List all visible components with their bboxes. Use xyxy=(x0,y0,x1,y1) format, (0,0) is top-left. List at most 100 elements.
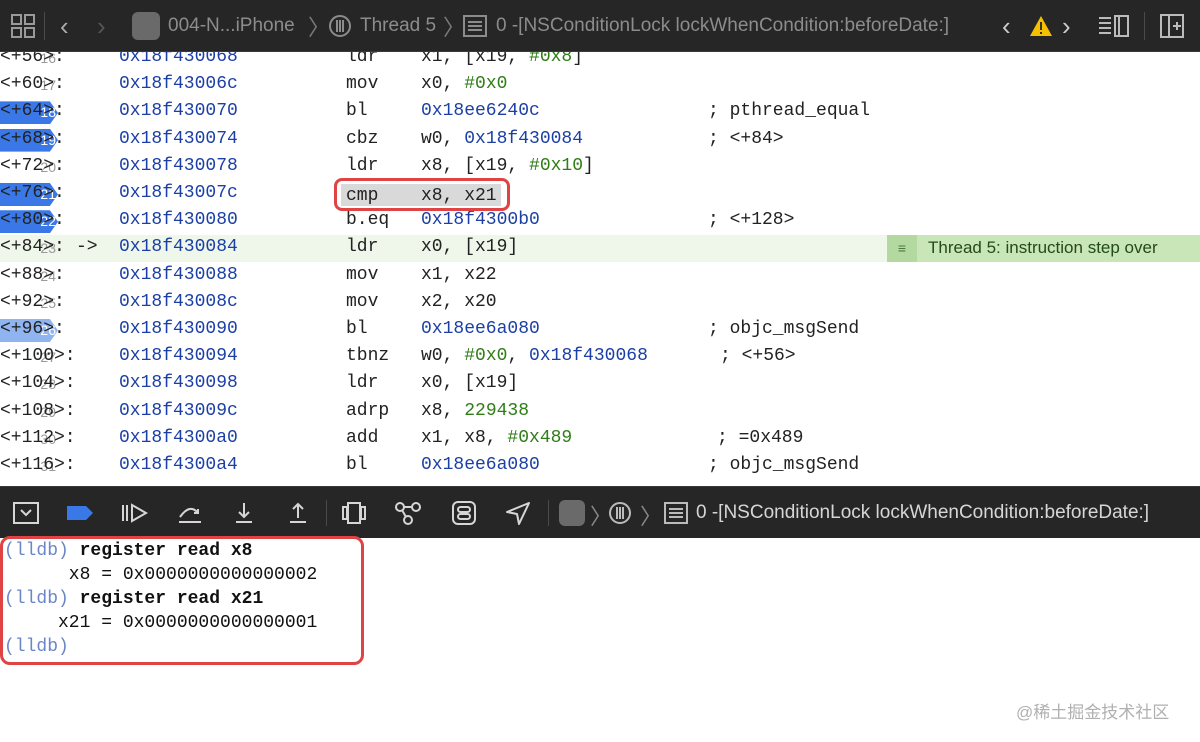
breakpoints-toggle-icon[interactable] xyxy=(66,500,94,526)
instruction-comment: ; <+84> xyxy=(708,128,784,149)
instruction-mnemonic: bl xyxy=(346,319,368,339)
grid-icon[interactable] xyxy=(10,0,36,52)
instruction-offset: <+64>: xyxy=(0,101,65,122)
instruction-mnemonic: mov xyxy=(346,74,379,95)
next-issue-icon[interactable]: › xyxy=(1062,0,1071,52)
instruction-mnemonic: tbnz xyxy=(346,346,390,367)
disassembly-row[interactable]: 22 0x18f430080 <+80>: b.eq 0x18f4300b0; <+12… xyxy=(0,208,1200,235)
disassembly-row[interactable]: 25 0x18f43008c <+92>: mov x2, x20 xyxy=(0,290,1200,317)
instruction-operands: 0x18ee6240c xyxy=(421,101,540,122)
breadcrumb-chevron-icon: 〉 xyxy=(443,15,466,40)
instruction-offset: <+84>: xyxy=(0,237,65,258)
instruction-operands: x1, x22 xyxy=(421,264,497,285)
disassembly-view[interactable]: 16 0x18f430068 <+56>: ldr x1, [x19, #0x8] 17 0… xyxy=(0,52,1200,486)
prev-issue-icon[interactable]: ‹ xyxy=(1002,0,1011,52)
disassembly-row[interactable]: 29 0x18f43009c <+108>: adrp x8, 229438 xyxy=(0,399,1200,426)
instruction-mnemonic: ldr xyxy=(346,155,379,176)
toolbar-divider xyxy=(1144,0,1145,52)
disassembly-row[interactable]: 26 0x18f430090 <+96>: bl 0x18ee6a080; objc_m… xyxy=(0,317,1200,344)
instruction-offset: <+96>: xyxy=(0,319,65,339)
debug-bar-divider xyxy=(326,500,327,526)
instruction-operands: w0, #0x0, 0x18f430068 xyxy=(421,346,648,367)
breadcrumb-project[interactable]: 004-N...iPhone xyxy=(168,0,295,52)
disassembly-row[interactable]: 21 0x18f43007c <+76>: xyxy=(0,181,1200,208)
breadcrumb-thread[interactable]: Thread 5 xyxy=(360,0,436,52)
debug-bar: 〉 〉 0 -[NSConditionLock lockWhenConditio… xyxy=(0,486,1200,538)
step-over-icon[interactable] xyxy=(176,500,204,526)
disassembly-row[interactable]: 24 0x18f430088 <+88>: mov x1, x22 xyxy=(0,263,1200,290)
instruction-address: 0x18f430088 xyxy=(119,264,238,285)
instruction-operands: 0x18f4300b0 xyxy=(421,210,540,231)
instruction-operands: x0, #0x0 xyxy=(421,74,508,95)
disassembly-row[interactable]: 20 0x18f430078 <+72>: ldr x8, [x19, #0x10] xyxy=(0,154,1200,181)
instruction-mnemonic: bl xyxy=(346,455,368,475)
instruction-address: 0x18f430084 xyxy=(119,237,238,258)
instruction-mnemonic: cbz xyxy=(346,128,379,149)
app-icon[interactable] xyxy=(558,500,586,526)
toolbar-divider xyxy=(44,0,45,52)
disassembly-row[interactable]: 27 0x18f430094 <+100>: tbnz w0, #0x0, 0x18f4… xyxy=(0,344,1200,371)
disassembly-row[interactable]: 17 0x18f43006c <+60>: mov x0, #0x0 xyxy=(0,72,1200,99)
instruction-mnemonic: ldr xyxy=(346,373,379,394)
warning-icon[interactable] xyxy=(1029,0,1053,52)
disassembly-row[interactable]: 31 0x18f4300a4 <+116>: bl 0x18ee6a080; objc_… xyxy=(0,453,1200,480)
instruction-offset: <+104>: xyxy=(0,373,76,394)
step-out-icon[interactable] xyxy=(284,500,312,526)
instruction-offset: <+108>: xyxy=(0,400,76,421)
environment-overrides-icon[interactable] xyxy=(450,500,478,526)
view-hierarchy-icon[interactable] xyxy=(340,500,368,526)
instruction-offset: <+80>: xyxy=(0,210,65,231)
instruction-offset: <+76>: xyxy=(0,183,65,203)
instruction-offset: <+88>: xyxy=(0,264,65,285)
instruction-mnemonic: ldr xyxy=(346,52,379,67)
instruction-offset: <+100>: xyxy=(0,346,76,367)
instruction-offset: <+60>: xyxy=(0,74,65,95)
memory-graph-icon[interactable] xyxy=(394,500,422,526)
instruction-comment: ; <+56> xyxy=(720,346,796,367)
disassembly-row[interactable]: 18 0x18f430070 <+64>: bl 0x18ee6240c; pthrea… xyxy=(0,99,1200,126)
disassembly-row[interactable]: 19 0x18f430074 <+68>: cbz w0, 0x18f430084; <… xyxy=(0,127,1200,154)
split-editor-icon[interactable] xyxy=(1160,0,1184,52)
console-highlight-box xyxy=(0,536,364,665)
annotation-menu-icon[interactable]: ≡ xyxy=(887,235,917,263)
disassembly-row[interactable]: 16 0x18f430068 <+56>: ldr x1, [x19, #0x8] xyxy=(0,52,1200,72)
instruction-address: 0x18f430078 xyxy=(119,155,238,176)
disassembly-row[interactable]: 30 0x18f4300a0 <+112>: add x1, x8, #0x489; =… xyxy=(0,426,1200,453)
instruction-address: 0x18f430094 xyxy=(119,346,238,367)
thread-icon[interactable] xyxy=(606,500,634,526)
instruction-comment: ; objc_msgSend xyxy=(708,455,860,475)
instruction-address: 0x18f430070 xyxy=(119,101,238,122)
related-items-icon[interactable] xyxy=(1098,0,1130,52)
thread-icon xyxy=(328,0,352,52)
forward-icon[interactable]: › xyxy=(97,0,106,52)
instruction-address: 0x18f430090 xyxy=(119,319,238,339)
instruction-offset: <+56>: xyxy=(0,52,65,67)
instruction-operands: x8, [x19, #0x10] xyxy=(421,155,594,176)
continue-icon[interactable] xyxy=(120,500,148,526)
back-icon[interactable]: ‹ xyxy=(60,0,69,52)
instruction-operands: x0, [x19] xyxy=(421,373,519,394)
simulate-location-icon[interactable] xyxy=(504,500,532,526)
instruction-operands: x0, [x19] xyxy=(421,237,519,258)
instruction-comment: ; pthread_equal xyxy=(708,101,871,122)
breadcrumb-frame[interactable]: 0 -[NSConditionLock lockWhenCondition:be… xyxy=(496,0,949,52)
instruction-offset: <+68>: xyxy=(0,128,65,149)
disassembly-row[interactable]: 28 0x18f430098 <+104>: ldr x0, [x19] xyxy=(0,371,1200,398)
instruction-address: 0x18f430080 xyxy=(119,210,238,231)
stack-frame-icon[interactable] xyxy=(662,500,690,526)
instruction-address: 0x18f43007c xyxy=(119,183,238,203)
instruction-operands: 0x18ee6a080 xyxy=(421,319,540,339)
current-instruction-row[interactable]: 23 -> 0x18f430084 <+84>: ldr x0, [x19] ≡ Thread… xyxy=(0,235,1200,263)
debug-bar-frame[interactable]: 0 -[NSConditionLock lockWhenCondition:be… xyxy=(696,502,1149,524)
instruction-address: 0x18f43009c xyxy=(119,400,238,421)
step-into-icon[interactable] xyxy=(230,500,258,526)
instruction-mnemonic: b.eq xyxy=(346,210,390,231)
debug-bar-divider xyxy=(548,500,549,526)
instruction-operands: x8, 229438 xyxy=(421,400,530,421)
breadcrumb-thread-label: Thread 5 xyxy=(360,15,437,36)
hide-debug-area-icon[interactable] xyxy=(12,500,40,526)
pc-arrow: -> xyxy=(76,237,98,258)
app-icon[interactable] xyxy=(132,0,160,52)
instruction-operands: 0x18ee6a080 xyxy=(421,455,540,475)
watermark: @稀土掘金技术社区 xyxy=(1016,703,1170,722)
